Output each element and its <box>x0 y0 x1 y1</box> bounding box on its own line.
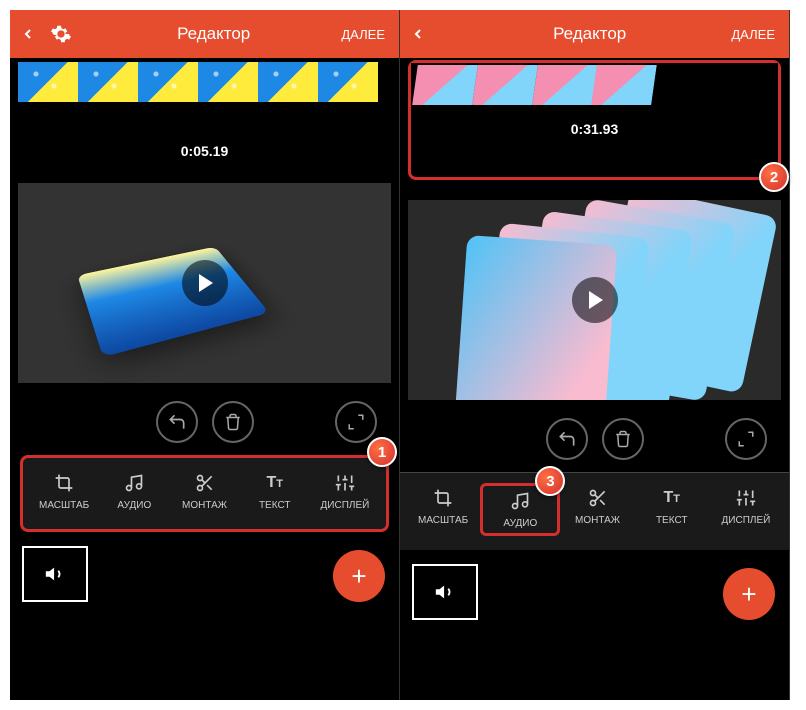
timeline-thumb[interactable] <box>198 62 258 102</box>
annotation-badge-1: 1 <box>367 437 397 467</box>
timeline-thumb[interactable] <box>412 65 477 105</box>
plus-icon: + <box>741 579 756 610</box>
back-icon[interactable] <box>410 26 440 42</box>
gear-icon[interactable] <box>50 23 86 45</box>
tool-label: ТЕКСТ <box>259 500 291 511</box>
tool-scale[interactable]: МАСШТАБ <box>29 468 99 515</box>
tool-text[interactable]: TT ТЕКСТ <box>635 483 709 536</box>
action-row <box>10 393 399 455</box>
screenshot-left: Редактор ДАЛЕЕ 0:05.19 МАСШТАБ <box>10 10 400 700</box>
volume-icon <box>434 581 456 603</box>
toolbar: МАСШТАБ АУДИО 3 МОНТАЖ TT ТЕКСТ ДИСПЛЕЙ <box>400 472 789 550</box>
volume-icon <box>44 563 66 585</box>
sliders-icon <box>736 487 756 509</box>
next-button[interactable]: ДАЛЕЕ <box>731 27 775 42</box>
timecode: 0:31.93 <box>411 107 778 141</box>
timeline-thumb[interactable] <box>532 65 597 105</box>
tool-label: АУДИО <box>503 518 537 529</box>
playhead-marker <box>10 106 399 129</box>
add-button[interactable]: + <box>723 568 775 620</box>
timeline-thumb[interactable] <box>472 65 537 105</box>
delete-button[interactable] <box>602 418 644 460</box>
timeline-thumb[interactable] <box>318 62 378 102</box>
tool-label: ДИСПЛЕЙ <box>321 500 370 511</box>
video-preview[interactable] <box>18 183 391 383</box>
back-icon[interactable] <box>20 26 50 42</box>
plus-icon: + <box>351 561 366 592</box>
timeline-thumb[interactable] <box>652 65 717 105</box>
screenshot-right: Редактор ДАЛЕЕ 0:31.93 2 <box>400 10 790 700</box>
tool-label: МАСШТАБ <box>39 500 89 511</box>
timeline-thumb[interactable] <box>18 62 78 102</box>
header-title: Редактор <box>448 24 731 44</box>
fullscreen-button[interactable] <box>335 401 377 443</box>
timeline-highlighted-wrapper: 0:31.93 2 <box>400 60 789 180</box>
tool-display[interactable]: ДИСПЛЕЙ <box>709 483 783 536</box>
tool-label: МАСШТАБ <box>418 515 468 526</box>
preview-frame <box>77 247 269 358</box>
tool-audio-highlighted[interactable]: АУДИО 3 <box>480 483 560 536</box>
timeline-thumb[interactable] <box>711 65 776 105</box>
timeline-thumb[interactable] <box>78 62 138 102</box>
tool-label: МОНТАЖ <box>575 515 620 526</box>
tool-text[interactable]: TT ТЕКСТ <box>240 468 310 515</box>
text-icon: TT <box>266 472 283 494</box>
tool-scale[interactable]: МАСШТАБ <box>406 483 480 536</box>
sound-track-item[interactable] <box>412 564 478 620</box>
header: Редактор ДАЛЕЕ <box>10 10 399 58</box>
action-row <box>400 410 789 472</box>
timecode: 0:05.19 <box>10 129 399 163</box>
bottom-row: + <box>10 532 399 616</box>
annotation-badge-2: 2 <box>759 162 789 192</box>
scissors-icon <box>588 487 608 509</box>
sliders-icon <box>335 472 355 494</box>
scissors-icon <box>195 472 215 494</box>
video-preview[interactable] <box>408 200 781 400</box>
header-title: Редактор <box>86 24 341 44</box>
undo-button[interactable] <box>156 401 198 443</box>
header: Редактор ДАЛЕЕ <box>400 10 789 58</box>
timeline-thumb[interactable] <box>258 62 318 102</box>
tool-label: ДИСПЛЕЙ <box>722 515 771 526</box>
music-icon <box>124 472 144 494</box>
crop-icon <box>433 487 453 509</box>
tool-label: МОНТАЖ <box>182 500 227 511</box>
crop-icon <box>54 472 74 494</box>
tool-audio[interactable]: АУДИО <box>99 468 169 515</box>
toolbar-highlighted: МАСШТАБ АУДИО МОНТАЖ TT ТЕКСТ ДИСПЛЕЙ <box>20 455 389 532</box>
tool-display[interactable]: ДИСПЛЕЙ <box>310 468 380 515</box>
text-icon: TT <box>663 487 680 509</box>
tool-montage[interactable]: МОНТАЖ <box>560 483 634 536</box>
delete-button[interactable] <box>212 401 254 443</box>
next-button[interactable]: ДАЛЕЕ <box>341 27 385 42</box>
sound-track-item[interactable] <box>22 546 88 602</box>
play-button[interactable] <box>182 260 228 306</box>
add-button[interactable]: + <box>333 550 385 602</box>
music-icon <box>510 490 530 512</box>
timeline[interactable] <box>10 58 399 106</box>
timeline[interactable] <box>411 63 778 107</box>
undo-button[interactable] <box>546 418 588 460</box>
timeline-thumb[interactable] <box>138 62 198 102</box>
fullscreen-button[interactable] <box>725 418 767 460</box>
timeline-thumb[interactable] <box>592 65 657 105</box>
tool-label: АУДИО <box>117 500 151 511</box>
tool-label: ТЕКСТ <box>656 515 688 526</box>
tool-montage[interactable]: МОНТАЖ <box>169 468 239 515</box>
bottom-row: + <box>400 550 789 634</box>
play-button[interactable] <box>572 277 618 323</box>
